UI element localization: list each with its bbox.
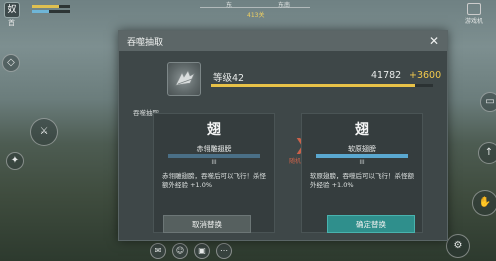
backpack-button[interactable]: ▣ xyxy=(194,243,210,259)
shop-button[interactable]: 游戏机 xyxy=(462,3,486,25)
vehicle-button[interactable]: ▭ xyxy=(480,92,496,112)
skill-icon: ✦ xyxy=(10,155,20,166)
compass-line xyxy=(200,7,310,8)
exp-gain: +3600 xyxy=(409,70,442,81)
shop-icon xyxy=(467,3,481,15)
compass-east: 东 xyxy=(226,2,233,9)
claw-icon xyxy=(175,70,195,86)
close-button[interactable]: ✕ xyxy=(429,35,439,47)
cancel-replace-button[interactable]: 取消替换 xyxy=(163,215,251,233)
attack-button[interactable]: ⚔ xyxy=(30,118,58,146)
more-icon: ⋯ xyxy=(220,246,228,255)
car-icon: ▭ xyxy=(485,96,495,107)
compass-bearing: 413关 xyxy=(247,12,265,19)
exp-progress-fill xyxy=(211,84,416,87)
confirm-replace-button[interactable]: 确定替换 xyxy=(327,215,415,233)
skill-description: 软原翅膀，吞噬后可以飞行！杀怪额外经验 +1.0% xyxy=(310,172,414,189)
energy-bar xyxy=(32,10,70,13)
skill-bar xyxy=(168,154,260,158)
jump-icon: ↑ xyxy=(484,147,494,158)
hand-icon: ✋ xyxy=(478,197,492,208)
skill-level: III xyxy=(359,159,365,166)
weapon-icon: ⚙ xyxy=(453,240,463,251)
skill-level: III xyxy=(211,159,217,166)
wing-skill-icon: 翅 xyxy=(207,122,221,138)
item-icon xyxy=(167,62,201,96)
wing-skill-icon: 翅 xyxy=(355,122,369,138)
compass: 东 东南 413关 xyxy=(200,0,310,19)
emote-button[interactable]: ☺ xyxy=(172,243,188,259)
action-button[interactable]: ✋ xyxy=(472,190,496,216)
level-row: 等级42 41782 +3600 xyxy=(129,58,441,98)
more-button[interactable]: ⋯ xyxy=(216,243,232,259)
emote-icon: ☺ xyxy=(175,246,185,255)
dialog-header: 吞噬抽取 ✕ xyxy=(119,31,447,51)
sword-icon: ⚔ xyxy=(39,126,49,137)
health-bar xyxy=(32,5,70,8)
skill-description: 赤翎雕翅膀，吞噬后可以飞行！杀怪额外经验 +1.0% xyxy=(162,172,266,189)
close-icon: ✕ xyxy=(428,34,439,48)
player-avatar[interactable]: 奴 xyxy=(4,2,20,18)
dialog-title: 吞噬抽取 xyxy=(127,37,164,48)
weapon-button[interactable]: ⚙ xyxy=(446,234,470,258)
currency-label: 首 xyxy=(8,19,15,27)
skill-button[interactable]: ✦ xyxy=(6,152,24,170)
map-marker-button[interactable]: ◇ xyxy=(2,54,20,72)
skill-name: 赤翎雕翅膀 xyxy=(196,145,232,153)
devour-extract-dialog: 吞噬抽取 ✕ 等级42 41782 +3600 吞噬抽取 翅 赤翎雕翅膀 III… xyxy=(118,30,448,241)
shop-label: 游戏机 xyxy=(464,18,483,25)
skill-name: 软原翅膀 xyxy=(348,145,376,153)
jump-button[interactable]: ↑ xyxy=(478,142,496,164)
player-status-bars xyxy=(32,5,70,15)
chat-icon: ✉ xyxy=(154,246,162,255)
diamond-icon: ◇ xyxy=(7,57,15,68)
compass-southeast: 东南 xyxy=(278,2,291,9)
exp-progress-bar xyxy=(211,84,433,87)
exp-current: 41782 xyxy=(371,70,402,81)
skill-bar xyxy=(316,154,408,158)
level-label: 等级42 xyxy=(213,73,245,84)
backpack-icon: ▣ xyxy=(198,246,206,255)
chat-button[interactable]: ✉ xyxy=(150,243,166,259)
